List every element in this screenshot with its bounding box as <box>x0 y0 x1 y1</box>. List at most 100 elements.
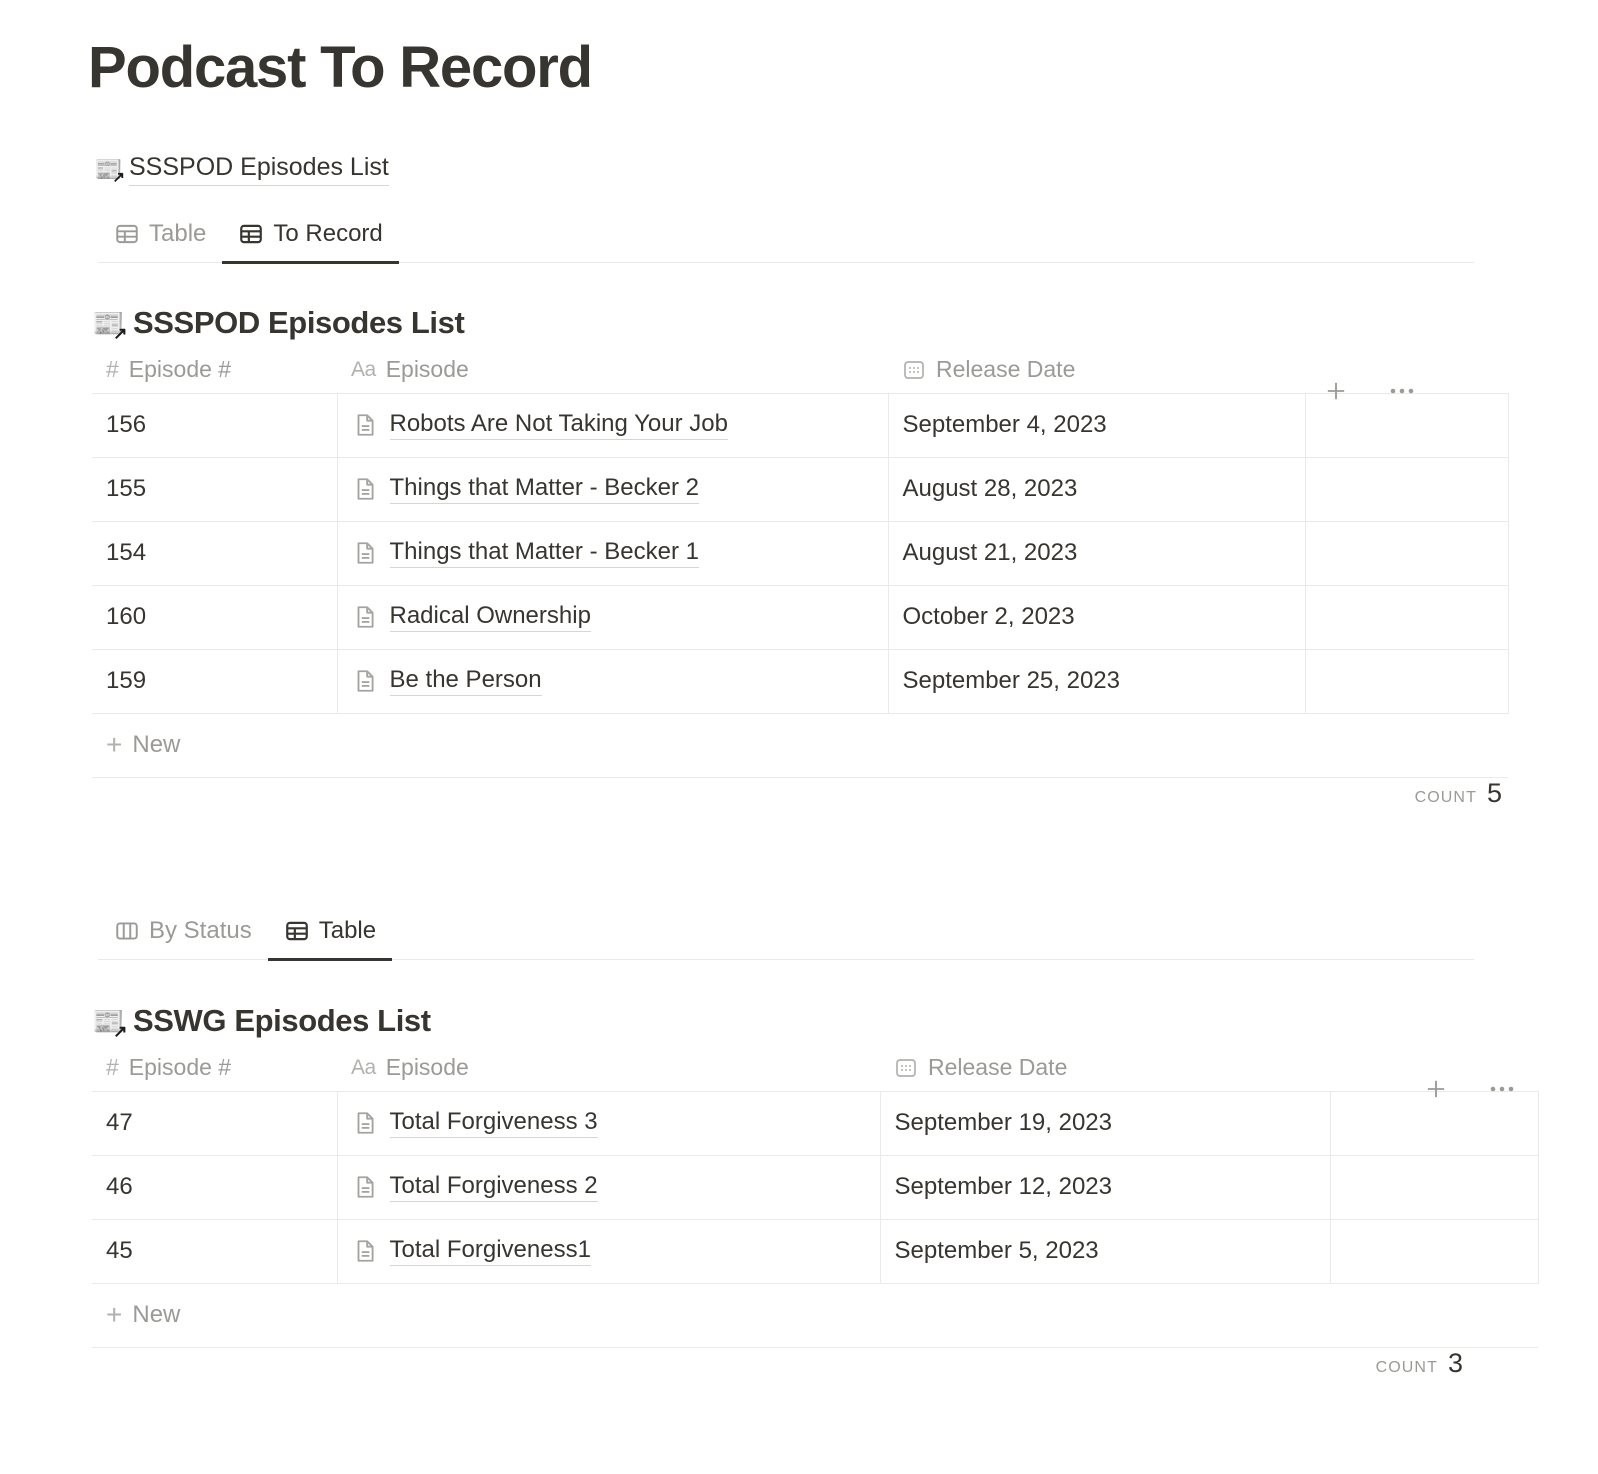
database-2-body: 47 Total Forgiveness 3 September 19, 202… <box>92 1090 1539 1284</box>
column-header-episode-number-label: Episode # <box>128 356 232 383</box>
cell-release-date: September 5, 2023 <box>880 1218 1331 1284</box>
count-label: COUNT <box>1375 1358 1438 1376</box>
database-2-table: # Episode # Aa Episode Release Date 47 T… <box>92 1045 1539 1284</box>
table-row[interactable]: 155 Things that Matter - Becker 2 August… <box>92 456 1509 521</box>
table-row[interactable]: 156 Robots Are Not Taking Your Job Septe… <box>92 392 1509 457</box>
inline-database-link[interactable]: 📰 ↗ SSSPOD Episodes List <box>94 150 389 188</box>
new-row-button-database-1[interactable]: + New <box>92 714 1508 778</box>
new-row-button-database-2[interactable]: + New <box>92 1284 1538 1348</box>
inline-database-link-label: SSSPOD Episodes List <box>129 152 389 187</box>
table-row[interactable]: 159 Be the Person September 25, 2023 <box>92 648 1509 714</box>
number-property-icon: # <box>106 356 119 383</box>
cell-empty <box>1330 1154 1539 1219</box>
cell-episode-title: Total Forgiveness 3 <box>389 1108 598 1138</box>
cell-episode[interactable]: Things that Matter - Becker 2 <box>337 456 889 521</box>
column-header-episode[interactable]: Aa Episode <box>337 1045 880 1091</box>
board-view-icon <box>114 918 140 944</box>
page-icon <box>352 540 378 566</box>
database-2-title-row[interactable]: 📰 ↗ SSWG Episodes List <box>92 1003 1538 1041</box>
database-1-title: SSSPOD Episodes List <box>133 305 465 340</box>
column-header-episode-label: Episode <box>385 1054 469 1081</box>
cell-release-date: September 19, 2023 <box>880 1090 1331 1155</box>
column-header-episode[interactable]: Aa Episode <box>337 347 888 393</box>
database-1-header: # Episode # Aa Episode Release Date <box>92 347 1508 393</box>
page-icon <box>352 476 378 502</box>
cell-episode[interactable]: Radical Ownership <box>337 584 889 649</box>
cell-episode[interactable]: Robots Are Not Taking Your Job <box>337 392 889 457</box>
database-1-body: 156 Robots Are Not Taking Your Job Septe… <box>92 392 1509 714</box>
page-icon <box>352 604 378 630</box>
table-row[interactable]: 46 Total Forgiveness 2 September 12, 202… <box>92 1154 1539 1219</box>
arrow-up-right-icon: ↗ <box>113 1022 127 1041</box>
tab-by-status[interactable]: By Status <box>98 913 268 959</box>
column-header-episode-number[interactable]: # Episode # <box>92 1045 337 1091</box>
view-tabs-top: Table To Record <box>98 216 1474 264</box>
database-2-header: # Episode # Aa Episode Release Date <box>92 1045 1538 1091</box>
text-property-icon: Aa <box>351 357 376 381</box>
column-header-episode-number-label: Episode # <box>128 1054 232 1081</box>
page-title: Podcast To Record <box>88 35 593 100</box>
column-header-episode-label: Episode <box>385 356 469 383</box>
column-header-episode-number[interactable]: # Episode # <box>92 347 337 393</box>
tab-to-record-label: To Record <box>273 220 383 247</box>
cell-empty <box>1305 456 1509 521</box>
view-tabs-bottom: By Status Table <box>98 913 1474 961</box>
database-1-table: # Episode # Aa Episode Release Date 156 … <box>92 347 1509 714</box>
cell-release-date: August 28, 2023 <box>888 456 1306 521</box>
page-icon <box>352 1238 378 1264</box>
database-2-more-menu-button[interactable] <box>1490 1085 1516 1093</box>
newspaper-link-icon: 📰 ↗ <box>92 1006 127 1041</box>
new-row-label: New <box>132 731 181 758</box>
cell-episode-title: Total Forgiveness1 <box>389 1236 591 1266</box>
plus-icon: + <box>106 729 123 760</box>
count-bar-database-1[interactable]: COUNT 5 <box>92 778 1508 840</box>
cell-empty <box>1305 520 1509 585</box>
new-row-label: New <box>132 1301 181 1328</box>
cell-episode[interactable]: Be the Person <box>337 648 889 714</box>
add-column-button[interactable] <box>1422 1075 1450 1103</box>
count-bar-database-2[interactable]: COUNT 3 <box>92 1348 1538 1410</box>
table-row[interactable]: 160 Radical Ownership October 2, 2023 <box>92 584 1509 649</box>
cell-empty <box>1330 1218 1539 1284</box>
date-property-icon <box>902 358 926 382</box>
cell-release-date: August 21, 2023 <box>888 520 1306 585</box>
notion-page: Podcast To Record 📰 ↗ SSSPOD Episodes Lis… <box>0 0 1598 1474</box>
table-row[interactable]: 45 Total Forgiveness1 September 5, 2023 <box>92 1218 1539 1284</box>
database-1-title-row[interactable]: 📰 ↗ SSSPOD Episodes List <box>92 305 1508 343</box>
add-column-button[interactable] <box>1322 377 1350 405</box>
cell-episode-title: Things that Matter - Becker 1 <box>389 538 699 568</box>
arrow-up-right-icon: ↗ <box>113 324 127 343</box>
tab-table-top-label: Table <box>149 220 207 247</box>
cell-episode-number: 156 <box>92 392 338 457</box>
cell-episode-number: 160 <box>92 584 338 649</box>
cell-episode-title: Things that Matter - Becker 2 <box>389 474 699 504</box>
database-2-header-actions <box>1422 1075 1516 1103</box>
cell-episode[interactable]: Total Forgiveness 2 <box>337 1154 881 1219</box>
database-block-ssspod: 📰 ↗ SSSPOD Episodes List # Episode # Aa … <box>92 305 1509 840</box>
tab-table-bottom[interactable]: Table <box>267 913 393 961</box>
count-value: 3 <box>1447 1347 1463 1378</box>
table-view-icon <box>284 918 310 944</box>
cell-episode[interactable]: Total Forgiveness 3 <box>337 1090 881 1155</box>
cell-episode-number: 47 <box>92 1090 338 1155</box>
date-property-icon <box>894 1056 918 1080</box>
page-icon <box>352 668 378 694</box>
tab-table-top[interactable]: Table <box>98 216 222 262</box>
cell-episode[interactable]: Total Forgiveness1 <box>337 1218 881 1284</box>
table-row[interactable]: 47 Total Forgiveness 3 September 19, 202… <box>92 1090 1539 1155</box>
database-block-sswg: 📰 ↗ SSWG Episodes List # Episode # Aa Ep… <box>92 1003 1539 1410</box>
cell-episode-number: 154 <box>92 520 338 585</box>
table-row[interactable]: 154 Things that Matter - Becker 1 August… <box>92 520 1509 585</box>
number-property-icon: # <box>106 1054 119 1081</box>
cell-release-date: September 12, 2023 <box>880 1154 1331 1219</box>
table-header-row: # Episode # Aa Episode Release Date <box>92 347 1508 393</box>
tab-to-record[interactable]: To Record <box>222 216 400 264</box>
cell-episode-title: Radical Ownership <box>389 602 591 632</box>
page-icon <box>352 412 378 438</box>
cell-episode[interactable]: Things that Matter - Becker 1 <box>337 520 889 585</box>
table-view-icon <box>114 221 140 247</box>
table-header-row: # Episode # Aa Episode Release Date <box>92 1045 1538 1091</box>
plus-icon: + <box>106 1299 123 1330</box>
cell-episode-number: 159 <box>92 648 338 714</box>
database-1-more-menu-button[interactable] <box>1390 387 1416 395</box>
